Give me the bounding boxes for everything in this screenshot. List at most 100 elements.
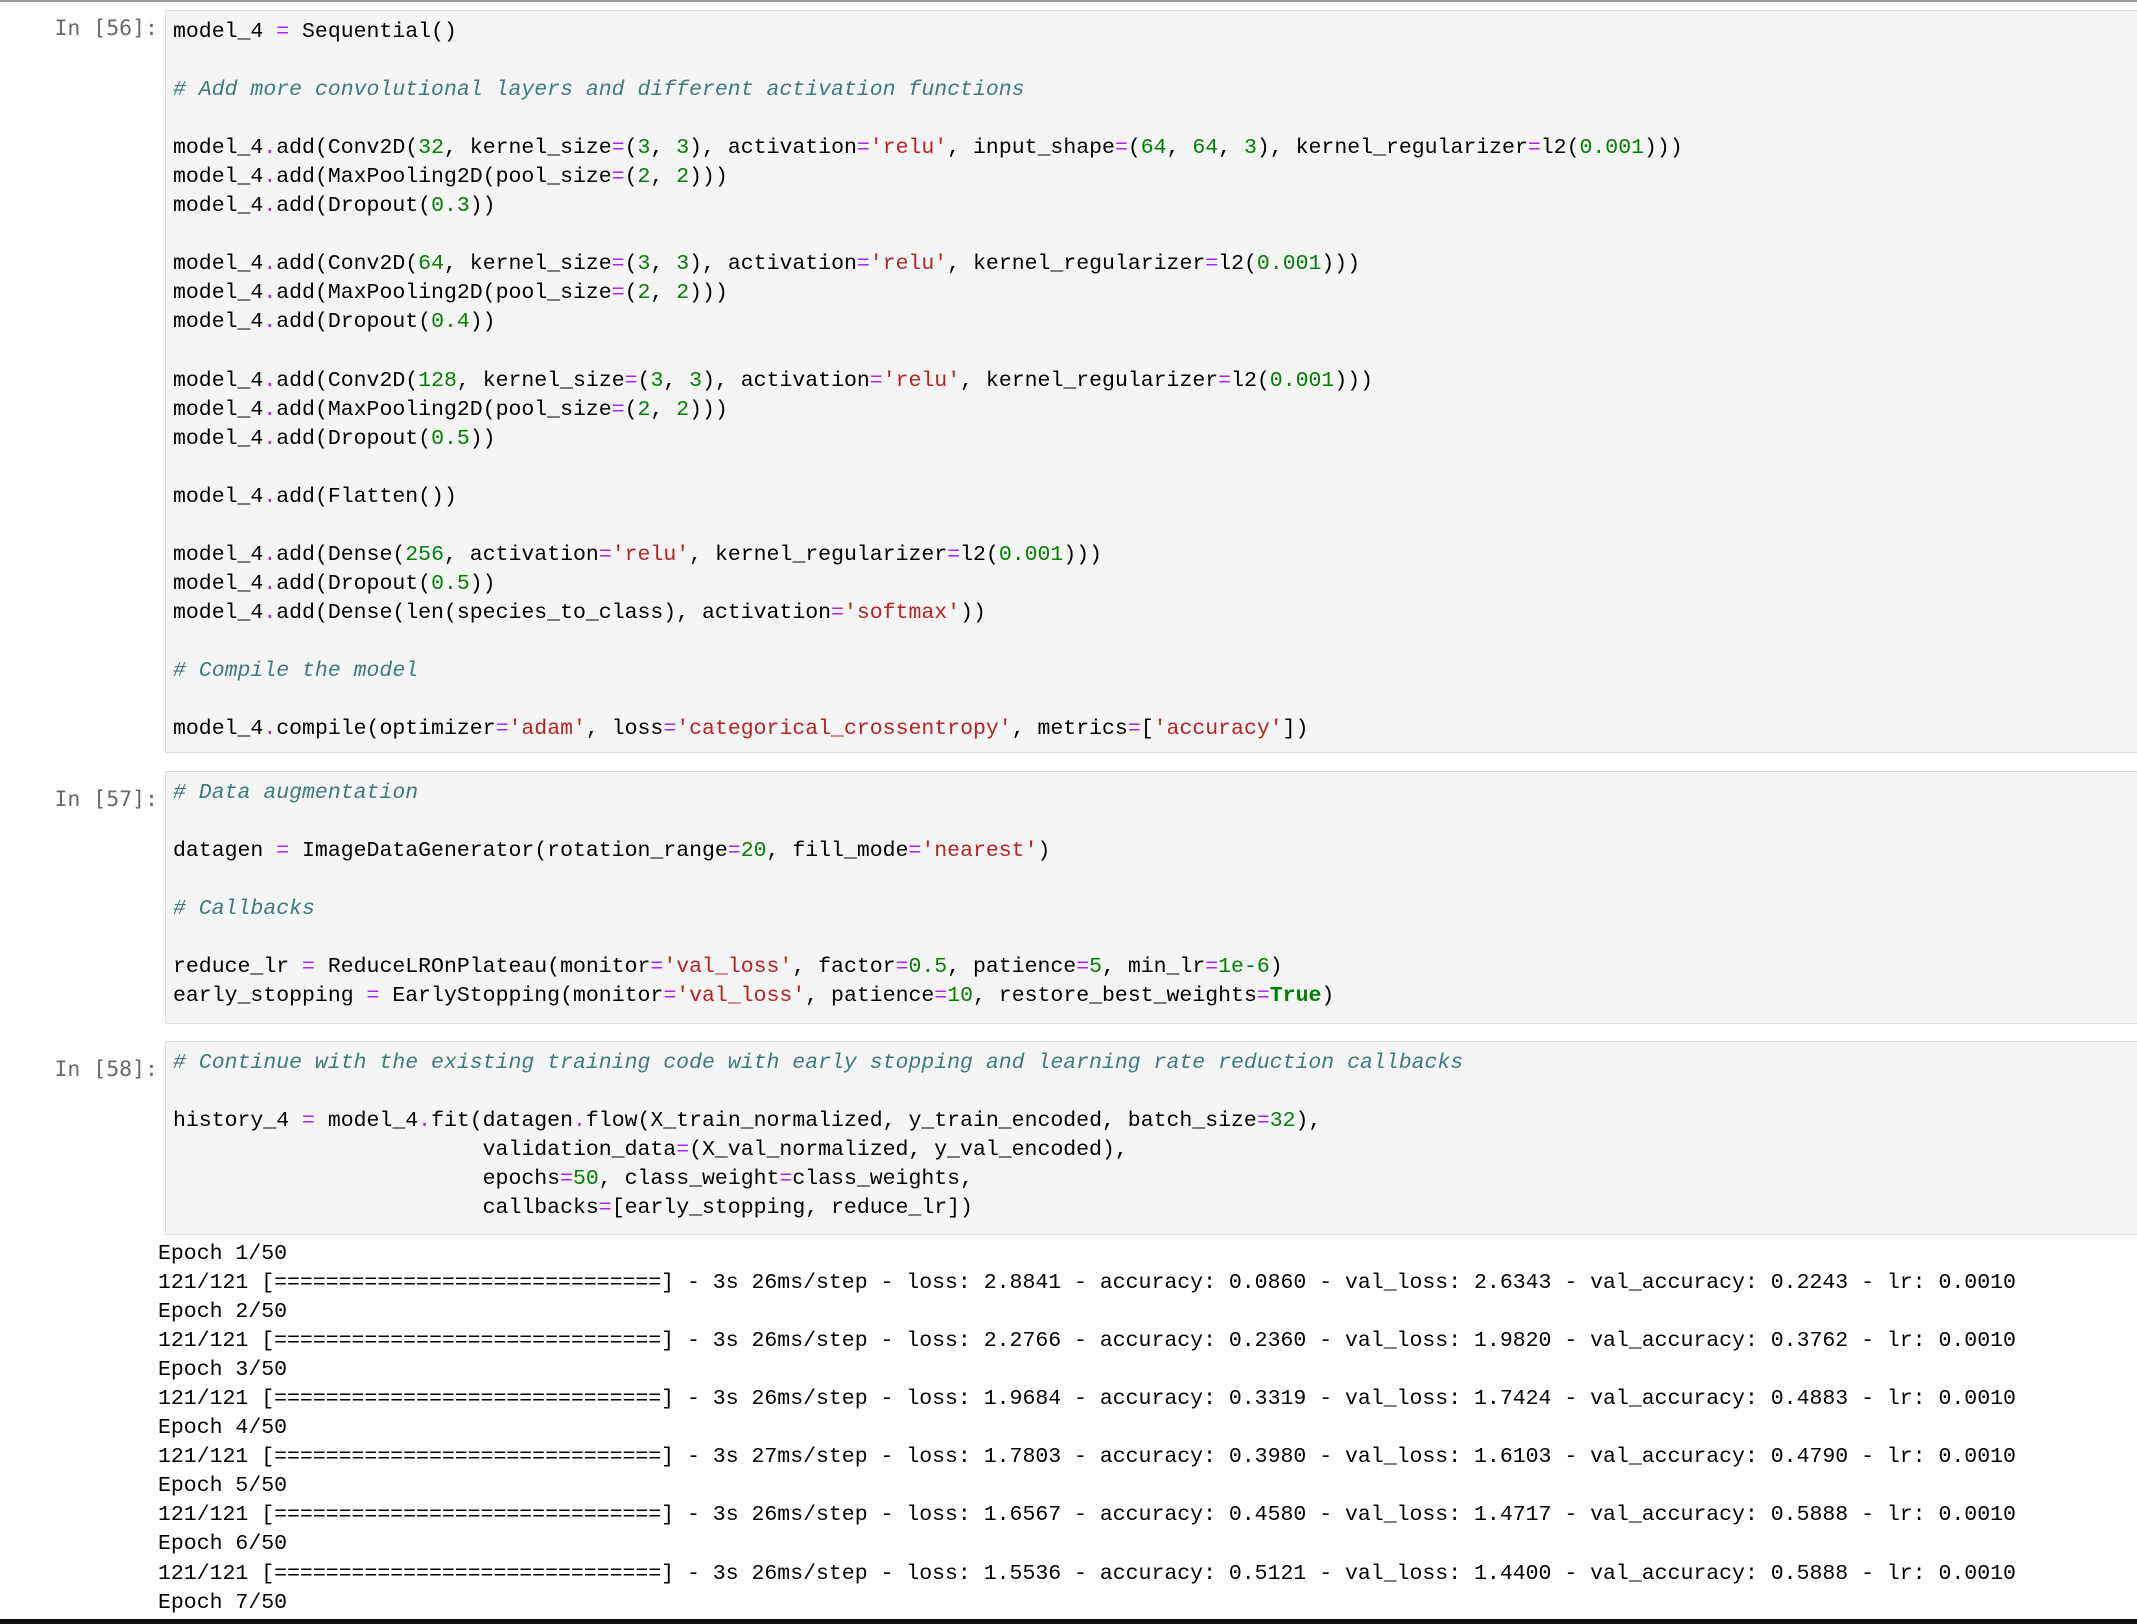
code-token: fit(datagen [431,1109,573,1134]
code-token: = [624,368,638,393]
code-line[interactable]: validation_data=(X_val_normalized, y_val… [173,1136,2137,1165]
code-token: 2 [676,397,690,422]
code-line[interactable]: reduce_lr = ReduceLROnPlateau(monitor='v… [173,953,2137,982]
code-token: 'nearest' [921,839,1038,864]
code-token: ( [637,368,651,393]
code-token: 'relu' [882,368,961,393]
code-line[interactable]: model_4.add(Dropout(0.5)) [173,425,2137,454]
code-token: model_4 [173,717,264,742]
code-line[interactable] [173,221,2137,250]
code-line[interactable] [173,808,2137,837]
code-token: ))) [689,281,728,306]
code-line[interactable]: model_4.add(Conv2D(64, kernel_size=(3, 3… [173,250,2137,279]
code-lines[interactable]: # Data augmentation datagen = ImageDataG… [166,772,2137,1011]
code-token: add(Dropout( [276,194,432,219]
code-token: , [650,281,677,306]
code-line[interactable]: # Data augmentation [173,779,2137,808]
cell-output: Epoch 1/50 121/121 [=====================… [158,1240,2016,1618]
code-token: callbacks [173,1196,599,1221]
code-token: . [573,1109,586,1134]
code-line[interactable]: model_4.add(Conv2D(128, kernel_size=(3, … [173,367,2137,396]
code-token: 10 [947,984,973,1009]
code-line[interactable]: early_stopping = EarlyStopping(monitor='… [173,982,2137,1011]
code-token: . [263,484,277,509]
code-token: add(Dense(len(species_to_class), activat… [276,600,832,625]
code-token: , kernel_size [443,252,612,277]
code-line[interactable] [173,924,2137,953]
code-lines[interactable]: model_4 = Sequential() # Add more convol… [166,11,2137,744]
code-token: . [263,136,277,161]
code-token: ))) [689,397,728,422]
code-token: model_4 [173,542,264,567]
code-token: )) [469,310,496,335]
code-token: EarlyStopping(monitor [379,984,664,1009]
code-token: l2( [1218,252,1257,277]
code-token: # Data augmentation [173,781,419,805]
code-line[interactable]: model_4.add(MaxPooling2D(pool_size=(2, 2… [173,163,2137,192]
code-line[interactable]: datagen = ImageDataGenerator(rotation_ra… [173,837,2137,866]
code-line[interactable]: history_4 = model_4.fit(datagen.flow(X_t… [173,1107,2137,1136]
code-token: # Compile the model [173,659,419,684]
code-line[interactable]: model_4.add(MaxPooling2D(pool_size=(2, 2… [173,279,2137,308]
code-line[interactable]: model_4.add(MaxPooling2D(pool_size=(2, 2… [173,396,2137,425]
code-token: ))) [1321,252,1361,277]
code-editor[interactable]: # Data augmentation datagen = ImageDataG… [165,771,2137,1024]
code-line[interactable]: model_4.add(Dropout(0.5)) [173,570,2137,599]
code-line[interactable]: model_4.add(Flatten()) [173,483,2137,512]
code-token: , patience [947,955,1077,980]
output-line: Epoch 5/50 [158,1474,288,1499]
code-token: 0.3 [431,194,470,219]
code-line[interactable] [173,1078,2137,1107]
code-token: )) [469,571,496,596]
code-token: = [1205,955,1219,980]
code-token: True [1269,984,1322,1009]
code-token: , metrics [1011,717,1128,742]
code-token: . [418,1109,432,1134]
code-line[interactable]: # Add more convolutional layers and diff… [173,76,2137,105]
code-token: 'categorical_crossentropy' [676,717,1012,742]
code-token: 0.001 [1256,252,1322,277]
code-editor[interactable]: # Continue with the existing training co… [165,1041,2137,1235]
code-token: validation_data [173,1138,677,1163]
code-line[interactable]: epochs=50, class_weight=class_weights, [173,1165,2137,1194]
code-line[interactable]: callbacks=[early_stopping, reduce_lr]) [173,1194,2137,1223]
code-token: 64 [1192,136,1219,161]
code-line[interactable]: model_4.add(Conv2D(32, kernel_size=(3, 3… [173,134,2137,163]
code-line[interactable]: # Callbacks [173,895,2137,924]
code-token: 3 [637,136,651,161]
code-line[interactable]: model_4.add(Dense(256, activation='relu'… [173,541,2137,570]
code-token: ImageDataGenerator(rotation_range [289,839,728,864]
code-line[interactable] [173,866,2137,895]
code-line[interactable]: # Compile the model [173,657,2137,686]
code-line[interactable]: model_4.add(Dropout(0.3)) [173,192,2137,221]
code-token: model_4 [173,571,264,596]
code-line[interactable] [173,47,2137,76]
code-token: 0.4 [431,310,470,335]
code-token: = [663,717,677,742]
code-line[interactable]: model_4.add(Dense(len(species_to_class),… [173,599,2137,628]
code-line[interactable] [173,628,2137,657]
code-token: . [263,368,277,393]
output-line: 121/121 [==============================]… [158,1445,2016,1470]
code-line[interactable]: model_4.add(Dropout(0.4)) [173,308,2137,337]
code-token: )) [960,600,986,625]
code-line[interactable] [173,454,2137,483]
code-line[interactable] [173,338,2137,367]
code-token: 3 [689,368,703,393]
code-token: = [611,281,625,306]
code-token: 3 [650,368,664,393]
code-editor[interactable]: model_4 = Sequential() # Add more convol… [165,10,2137,753]
code-token: , [650,165,677,190]
code-line[interactable]: model_4.compile(optimizer='adam', loss='… [173,715,2137,744]
code-line[interactable]: model_4 = Sequential() [173,18,2137,47]
code-line[interactable] [173,105,2137,134]
code-token: = [831,600,844,625]
code-lines[interactable]: # Continue with the existing training co… [166,1042,2137,1223]
code-token: , class_weight [598,1167,780,1192]
code-line[interactable] [173,512,2137,541]
code-line[interactable]: # Continue with the existing training co… [173,1049,2137,1078]
code-token: , [1218,136,1245,161]
code-token: model_4 [173,252,264,277]
code-token: , kernel_regularizer [960,368,1219,393]
code-line[interactable] [173,686,2137,715]
